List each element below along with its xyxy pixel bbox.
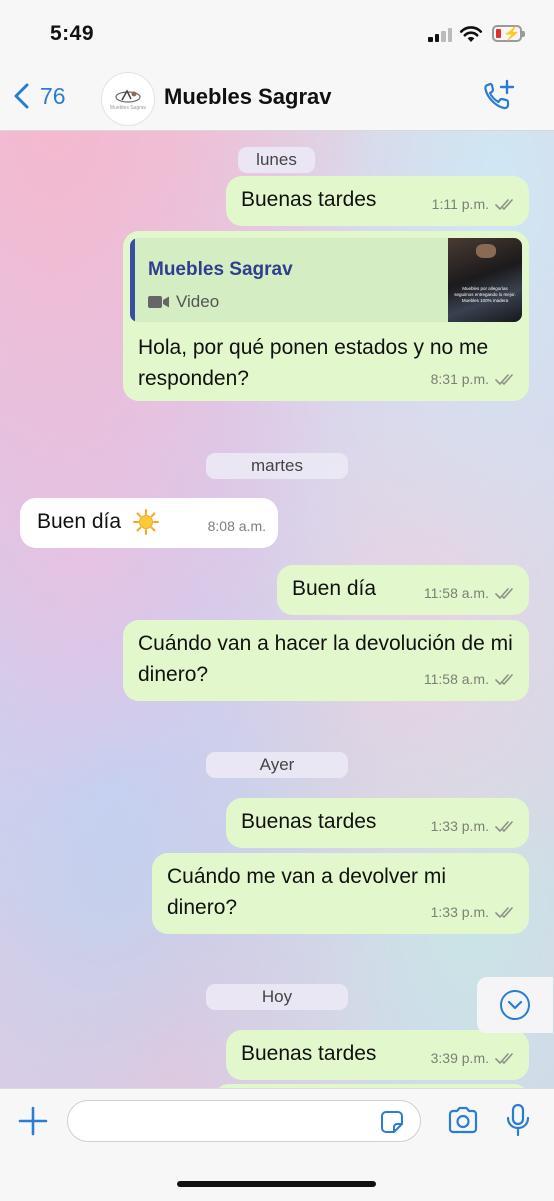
message-time: 1:33 p.m. (430, 818, 489, 834)
message-bubble[interactable]: Buen día 11:58 a.m. (277, 565, 529, 615)
message-input[interactable] (67, 1100, 421, 1142)
avatar[interactable]: Muebles Sagrav (101, 72, 155, 126)
message-time: 8:31 p.m. (430, 371, 489, 387)
message-bubble[interactable]: Buenas tardes 1:33 p.m. (226, 798, 529, 848)
day-separator: Ayer (206, 752, 348, 778)
quote-type: Video (148, 286, 219, 317)
message-meta: 8:08 a.m. (208, 511, 266, 542)
message-list[interactable]: lunes Buenas tardes 1:11 p.m. Muebles Sa… (0, 131, 554, 1088)
back-button[interactable]: 76 (12, 82, 66, 110)
message-meta: 3:39 p.m. (431, 1043, 517, 1074)
thumbnail-furniture (476, 244, 496, 258)
message-text: Buenas tardes (241, 1042, 377, 1065)
message-meta: 8:31 p.m. (431, 364, 517, 395)
thumbnail-caption: Muebles por allegorías seguimos entregan… (454, 286, 516, 303)
sticker-icon[interactable] (380, 1110, 404, 1134)
avatar-logo-text: Muebles Sagrav (109, 104, 147, 111)
quote-author: Muebles Sagrav (148, 259, 293, 280)
chat-header: 76 Muebles Sagrav Muebles Sagrav (0, 66, 554, 131)
video-thumbnail[interactable]: Muebles por allegorías seguimos entregan… (448, 238, 522, 322)
double-check-icon (495, 906, 513, 918)
double-check-icon (495, 673, 513, 685)
message-time: 1:11 p.m. (431, 196, 489, 212)
message-meta: 1:33 p.m. (431, 811, 517, 842)
double-check-icon (495, 373, 513, 385)
plus-icon[interactable] (17, 1105, 49, 1137)
back-chevron-icon (14, 83, 29, 109)
camera-icon[interactable] (447, 1106, 479, 1134)
video-camera-icon (148, 295, 169, 308)
battery-icon: ⚡ (492, 25, 525, 42)
message-bubble[interactable]: Buenas tardes 3:39 p.m. (226, 1030, 529, 1080)
call-add-icon[interactable] (480, 78, 520, 114)
message-bubble[interactable]: Cuándo me van a devolver mi dinero? 1:33… (152, 853, 529, 934)
message-time: 8:08 a.m. (207, 518, 266, 534)
message-text: Buenas tardes (241, 188, 377, 211)
day-separator: Hoy (206, 984, 348, 1010)
message-time: 3:39 p.m. (430, 1050, 489, 1066)
quote-bar (130, 238, 135, 322)
unread-count: 76 (40, 82, 66, 109)
message-text: Buenas tardes (241, 810, 377, 833)
message-text: Buen día (37, 506, 159, 537)
logo-icon (115, 88, 141, 103)
message-bubble-reply[interactable]: Muebles Sagrav Video Muebles por allegor… (123, 231, 529, 401)
message-bubble[interactable]: Buenas tardes 1:11 p.m. (226, 176, 529, 226)
wifi-icon (459, 26, 483, 42)
message-time: 11:58 a.m. (423, 671, 489, 687)
microphone-icon[interactable] (505, 1103, 531, 1137)
message-meta: 11:58 a.m. (424, 578, 517, 609)
double-check-icon (495, 1052, 513, 1064)
message-meta: 1:11 p.m. (432, 189, 517, 220)
sun-emoji-icon (132, 509, 159, 536)
signal-icon (428, 28, 454, 42)
double-check-icon (495, 587, 513, 599)
chevron-down-icon (507, 1000, 523, 1010)
status-time: 5:49 (50, 22, 95, 45)
message-meta: 1:33 p.m. (431, 897, 517, 928)
message-meta: 11:58 a.m. (424, 664, 517, 695)
message-time: 11:58 a.m. (423, 585, 489, 601)
message-bubble[interactable]: Cuándo van a hacer la devolución de mi d… (123, 620, 529, 701)
scroll-to-bottom-button[interactable] (477, 977, 553, 1033)
reply-quote[interactable]: Muebles Sagrav Video Muebles por allegor… (130, 238, 522, 322)
contact-name[interactable]: Muebles Sagrav (164, 84, 332, 110)
quote-type-label: Video (176, 292, 220, 311)
double-check-icon (495, 820, 513, 832)
day-separator: lunes (238, 147, 315, 173)
status-bar: 5:49 ⚡ (0, 0, 554, 66)
message-bubble-incoming[interactable]: Buen día 8:08 a.m. (20, 498, 278, 548)
double-check-icon (495, 198, 513, 210)
home-indicator (177, 1181, 376, 1187)
message-time: 1:33 p.m. (430, 904, 489, 920)
day-separator: martes (206, 453, 348, 479)
message-text-content: Buen día (37, 510, 122, 533)
message-text: Buen día (292, 577, 377, 600)
composer-bar (0, 1088, 554, 1201)
